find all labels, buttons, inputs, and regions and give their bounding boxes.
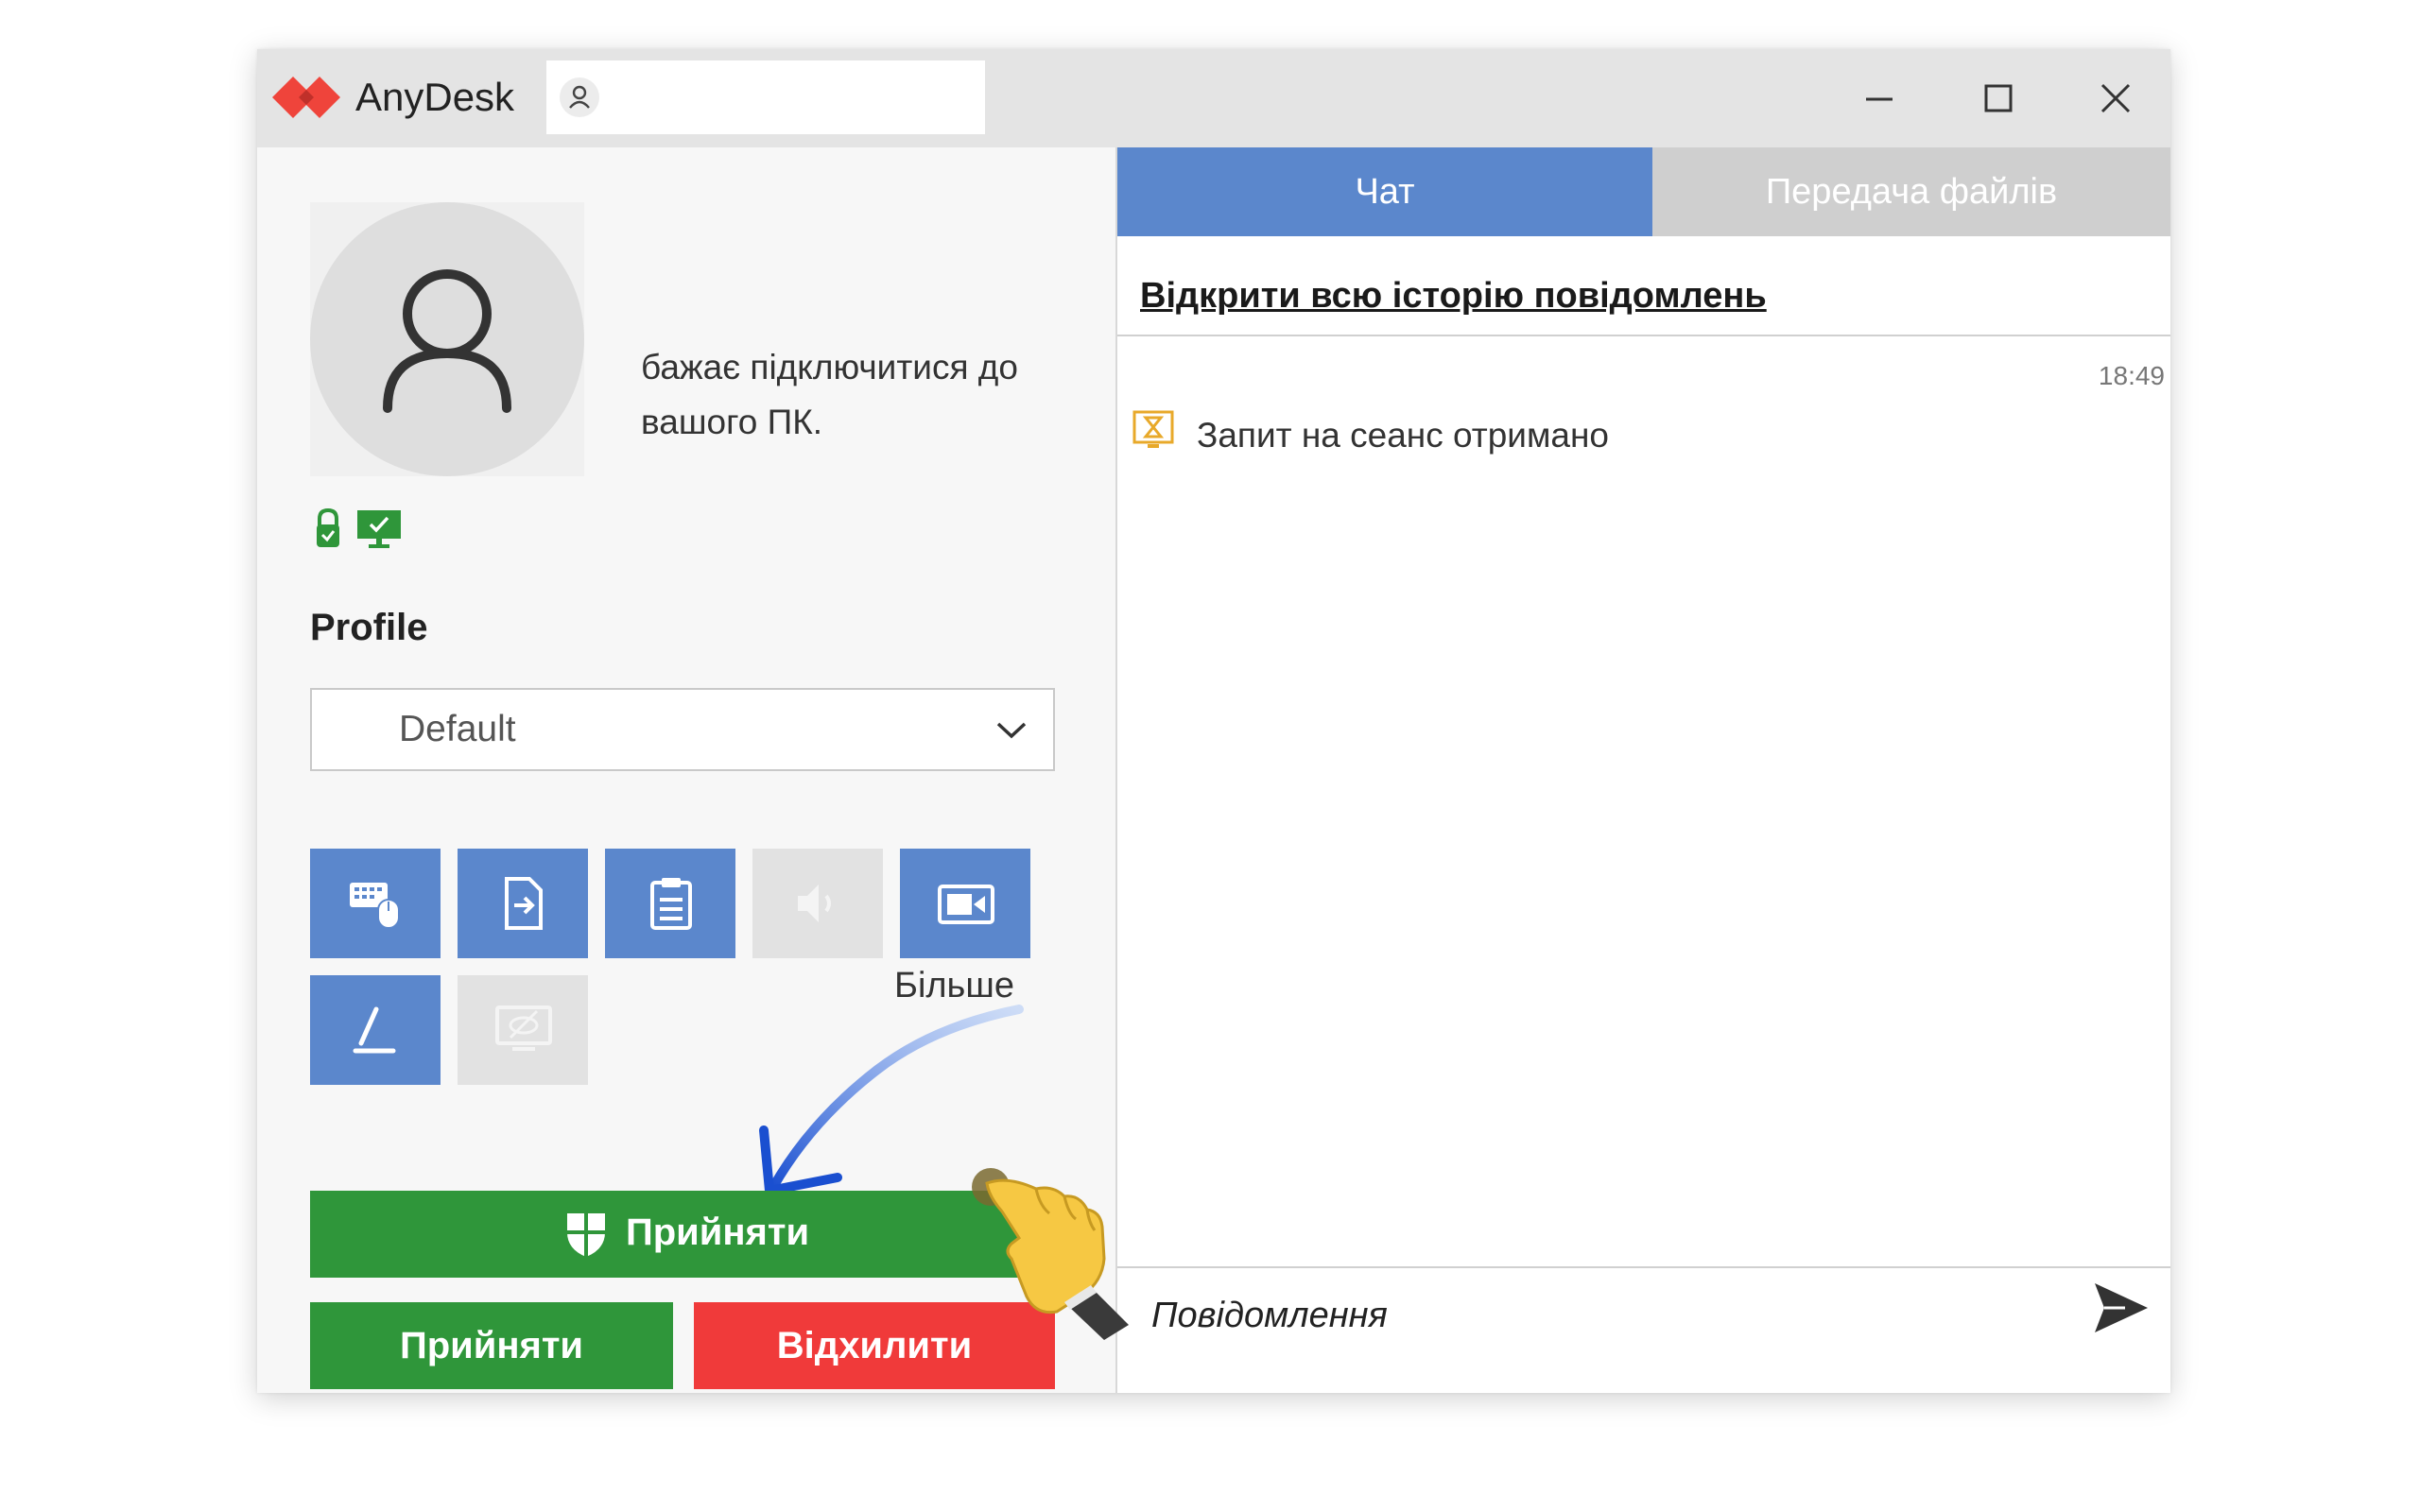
user-avatar-icon xyxy=(383,269,511,413)
message-timestamp: 18:49 xyxy=(2098,361,2165,390)
profile-dropdown[interactable]: Default xyxy=(310,688,1055,771)
tab-file-transfer[interactable]: Передача файлів xyxy=(1652,147,2170,236)
shield-icon xyxy=(567,1213,605,1257)
file-transfer-icon xyxy=(505,877,543,930)
annotation-arrow-icon xyxy=(759,1005,1024,1195)
anydesk-logo-icon xyxy=(272,77,340,118)
permission-audio[interactable] xyxy=(752,849,883,958)
hourglass-icon xyxy=(1132,410,1174,448)
permission-privacy-mode[interactable] xyxy=(458,975,588,1085)
send-icon[interactable] xyxy=(2091,1278,2152,1338)
chat-message: Запит на сеанс отримано xyxy=(1197,416,1609,455)
permission-clipboard[interactable] xyxy=(605,849,735,958)
monitor-check-icon xyxy=(357,510,401,548)
profile-selected-value: Default xyxy=(399,709,516,749)
pen-draw-icon xyxy=(353,1006,396,1054)
divider xyxy=(1117,335,2170,336)
address-input[interactable] xyxy=(613,60,976,136)
title-bar: AnyDesk xyxy=(257,49,2170,147)
profile-label: Profile xyxy=(310,607,428,648)
permission-record-session[interactable] xyxy=(900,849,1030,958)
accept-main-label: Прийняти xyxy=(626,1211,810,1253)
status-icons xyxy=(314,507,427,557)
request-text: бажає підключитися до вашого ПК. xyxy=(641,348,1018,441)
close-icon[interactable] xyxy=(2087,70,2144,127)
record-session-icon xyxy=(938,885,994,924)
clipboard-icon xyxy=(650,878,692,930)
chat-panel: Чат Передача файлів Відкрити всю історію… xyxy=(1117,147,2170,1393)
maximize-icon[interactable] xyxy=(1970,70,2027,127)
app-title: AnyDesk xyxy=(355,75,515,119)
chevron-down-icon xyxy=(996,722,1027,739)
audio-icon xyxy=(798,885,831,922)
permission-draw[interactable] xyxy=(310,975,441,1085)
hand-pointer-icon xyxy=(972,1168,1129,1340)
address-bar[interactable] xyxy=(546,60,985,136)
permission-file-transfer[interactable] xyxy=(458,849,588,958)
tab-chat[interactable]: Чат xyxy=(1117,147,1652,236)
permission-keyboard-mouse[interactable] xyxy=(310,849,441,958)
keyboard-mouse-icon xyxy=(350,883,400,929)
minimize-icon[interactable] xyxy=(1851,70,1908,127)
open-history-link[interactable]: Відкрити всю історію повідомлень xyxy=(1140,276,1767,317)
accept-with-profile-button[interactable]: Прийняти xyxy=(310,1191,1055,1278)
message-input[interactable] xyxy=(1150,1281,2004,1349)
avatar xyxy=(310,202,584,476)
anydesk-window: AnyDesk бажає підключитися до вашого ПК.… xyxy=(257,49,2170,1393)
divider xyxy=(1117,1266,2170,1268)
accept-button[interactable]: Прийняти xyxy=(310,1302,673,1389)
user-icon xyxy=(560,77,599,117)
privacy-mode-icon xyxy=(495,1005,552,1051)
lock-icon xyxy=(317,507,339,547)
